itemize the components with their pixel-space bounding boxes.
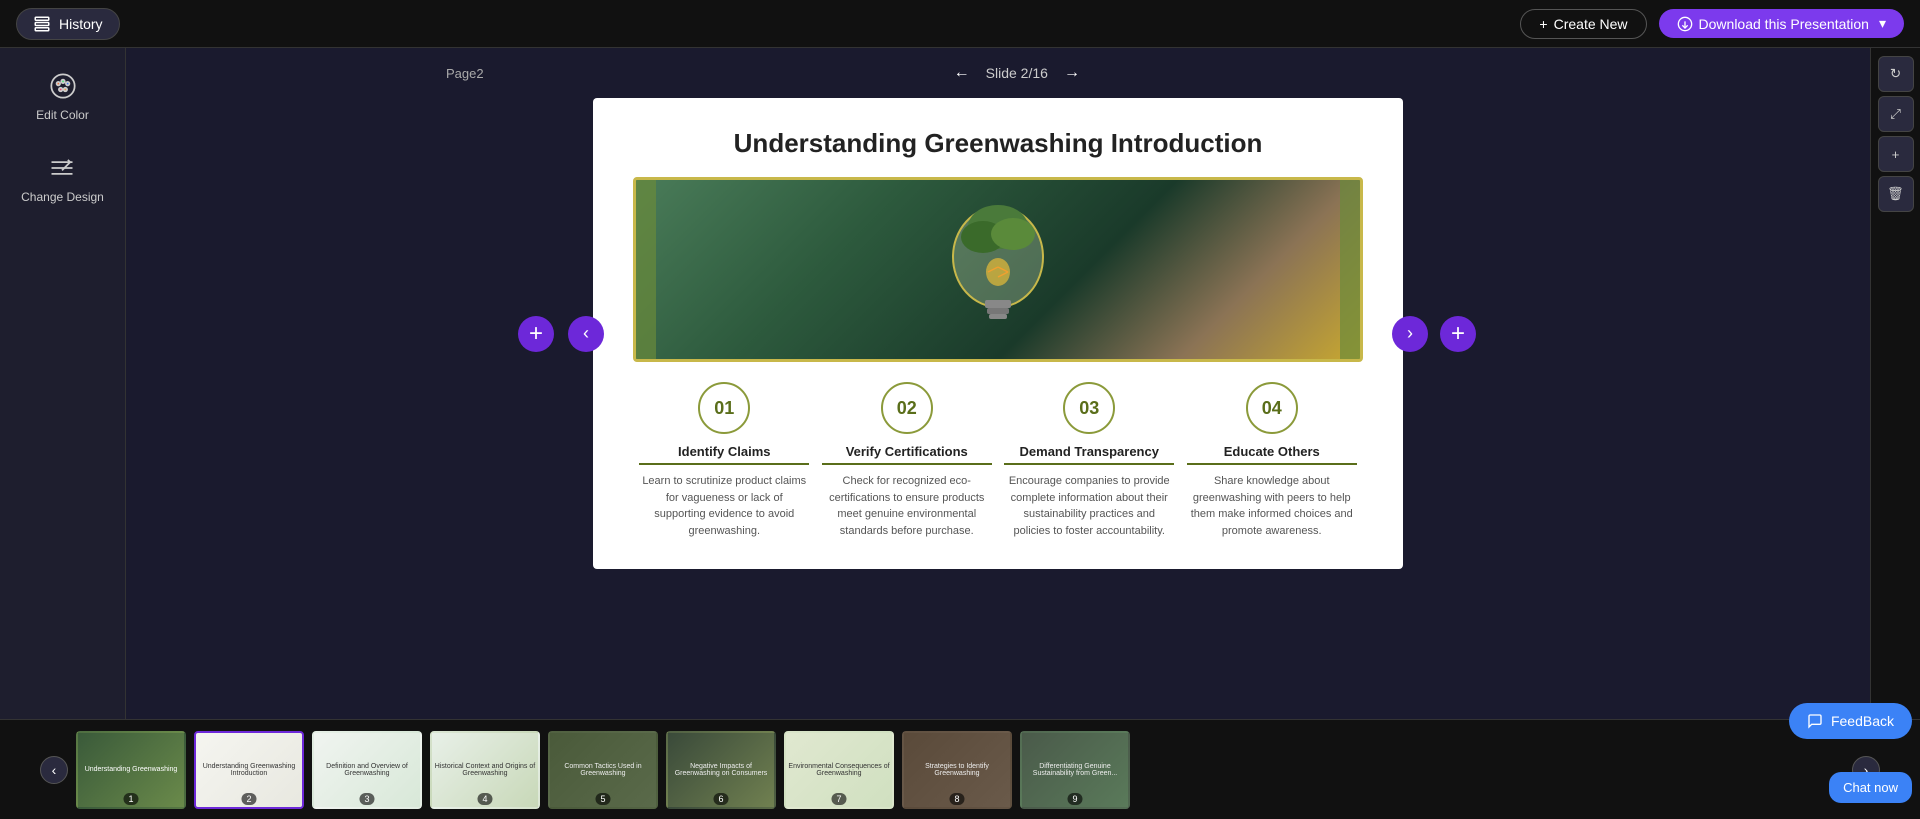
edit-color-label: Edit Color (36, 108, 89, 122)
plus-icon: + (1539, 16, 1547, 32)
item-desc-3: Encourage companies to provide complete … (1004, 473, 1174, 539)
page-label: Page2 (446, 66, 484, 81)
slide-prev-arrow[interactable]: ← (954, 64, 970, 82)
filmstrip-slide-2[interactable]: Understanding Greenwashing Introduction … (194, 731, 304, 809)
filmstrip-slides: Understanding Greenwashing 1 Understandi… (76, 731, 1844, 809)
item-number-2: 02 (881, 382, 933, 434)
chevron-left-icon: ‹ (583, 323, 589, 344)
slide-badge-9: 9 (1067, 793, 1082, 805)
sidebar-item-change-design[interactable]: Change Design (21, 154, 104, 204)
bulb-tree-icon (933, 182, 1063, 357)
item-desc-1: Learn to scrutinize product claims for v… (639, 473, 809, 539)
slide-badge-5: 5 (595, 793, 610, 805)
item-desc-2: Check for recognized eco-certifications … (822, 473, 992, 539)
slide-item-4: 04 Educate Others Share knowledge about … (1187, 382, 1357, 539)
refresh-button[interactable]: ↻ (1878, 56, 1914, 92)
item-desc-4: Share knowledge about greenwashing with … (1187, 473, 1357, 539)
slide-nav-right-button[interactable]: › (1392, 316, 1428, 352)
feedback-label: FeedBack (1831, 713, 1894, 729)
filmstrip-slide-1[interactable]: Understanding Greenwashing 1 (76, 731, 186, 809)
slide-next-arrow[interactable]: → (1064, 64, 1080, 82)
fullscreen-button[interactable]: ⤢ (1878, 96, 1914, 132)
slide-badge-1: 1 (123, 793, 138, 805)
chevron-right-icon: › (1407, 323, 1413, 344)
slide-nav: ← Slide 2/16 → (954, 54, 1080, 92)
slide-indicator: Slide 2/16 (986, 65, 1048, 81)
zoom-in-icon: + (1892, 147, 1900, 162)
chat-now-label: Chat now (1843, 780, 1898, 795)
filmstrip-slide-8[interactable]: Strategies to Identify Greenwashing 8 (902, 731, 1012, 809)
chevron-left-icon: ‹ (52, 762, 57, 778)
chat-now-button[interactable]: Chat now (1829, 772, 1912, 803)
feedback-icon (1807, 713, 1823, 729)
download-icon (1677, 16, 1693, 32)
add-slide-left-button[interactable]: + (518, 316, 554, 352)
item-number-3: 03 (1063, 382, 1115, 434)
plus-icon: + (1451, 320, 1465, 348)
item-number-4: 04 (1246, 382, 1298, 434)
center-area: Page2 ← Slide 2/16 → + ‹ Understanding G… (126, 48, 1870, 719)
zoom-in-button[interactable]: + (1878, 136, 1914, 172)
history-icon (33, 15, 51, 33)
green-bar-right (1340, 180, 1360, 359)
slide-item-3: 03 Demand Transparency Encourage compani… (1004, 382, 1174, 539)
slide-image (633, 177, 1363, 362)
item-title-2: Verify Certifications (822, 444, 992, 465)
top-bar: History + Create New Download this Prese… (0, 0, 1920, 48)
item-number-1: 01 (698, 382, 750, 434)
main-content: Edit Color Change Design Page2 ← Slide 2… (0, 48, 1920, 719)
create-new-button[interactable]: + Create New (1520, 9, 1646, 39)
filmstrip-slide-3[interactable]: Definition and Overview of Greenwashing … (312, 731, 422, 809)
filmstrip-slide-7[interactable]: Environmental Consequences of Greenwashi… (784, 731, 894, 809)
slide-title: Understanding Greenwashing Introduction (633, 128, 1363, 159)
download-label: Download this Presentation (1699, 16, 1869, 32)
plus-icon: + (529, 320, 543, 348)
filmstrip-slide-9[interactable]: Differentiating Genuine Sustainability f… (1020, 731, 1130, 809)
add-slide-right-button[interactable]: + (1440, 316, 1476, 352)
history-label: History (59, 16, 103, 32)
filmstrip-prev-button[interactable]: ‹ (40, 756, 68, 784)
download-button[interactable]: Download this Presentation ▾ (1659, 9, 1904, 38)
slide-badge-7: 7 (831, 793, 846, 805)
right-toolbar: ↻ ⤢ + 🗑 (1870, 48, 1920, 719)
slide-items-row: 01 Identify Claims Learn to scrutinize p… (633, 382, 1363, 539)
design-icon (48, 154, 76, 182)
slide-item-1: 01 Identify Claims Learn to scrutinize p… (639, 382, 809, 539)
chevron-down-icon: ▾ (1879, 15, 1886, 32)
filmstrip-slide-5[interactable]: Common Tactics Used in Greenwashing 5 (548, 731, 658, 809)
slide-badge-6: 6 (713, 793, 728, 805)
filmstrip: ‹ Understanding Greenwashing 1 Understan… (0, 719, 1920, 819)
item-title-4: Educate Others (1187, 444, 1357, 465)
filmstrip-slide-6[interactable]: Negative Impacts of Greenwashing on Cons… (666, 731, 776, 809)
delete-button[interactable]: 🗑 (1878, 176, 1914, 212)
item-title-1: Identify Claims (639, 444, 809, 465)
item-title-3: Demand Transparency (1004, 444, 1174, 465)
trash-icon: 🗑 (1887, 186, 1904, 202)
sidebar-item-edit-color[interactable]: Edit Color (36, 72, 89, 122)
slide-badge-2: 2 (241, 793, 256, 805)
slide-nav-left-button[interactable]: ‹ (568, 316, 604, 352)
refresh-icon: ↻ (1890, 66, 1901, 82)
slide-badge-3: 3 (359, 793, 374, 805)
palette-icon (49, 72, 77, 100)
feedback-button[interactable]: FeedBack (1789, 703, 1912, 739)
create-new-label: Create New (1554, 16, 1628, 32)
slide-main: Understanding Greenwashing Introduction (593, 98, 1403, 569)
top-bar-right: + Create New Download this Presentation … (1520, 9, 1904, 39)
green-bar-left (636, 180, 656, 359)
history-button[interactable]: History (16, 8, 120, 40)
fullscreen-icon: ⤢ (1890, 106, 1901, 122)
slide-badge-4: 4 (477, 793, 492, 805)
change-design-label: Change Design (21, 190, 104, 204)
left-sidebar: Edit Color Change Design (0, 48, 126, 719)
slide-item-2: 02 Verify Certifications Check for recog… (822, 382, 992, 539)
filmstrip-slide-4[interactable]: Historical Context and Origins of Greenw… (430, 731, 540, 809)
slide-badge-8: 8 (949, 793, 964, 805)
